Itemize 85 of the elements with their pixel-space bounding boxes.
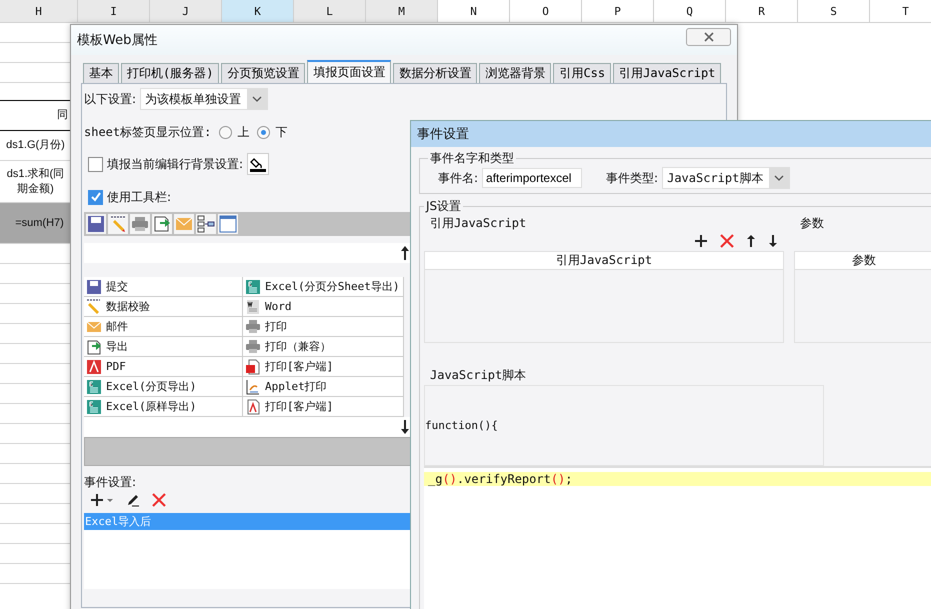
toolbar-button-option[interactable]: 邮件: [84, 317, 243, 337]
document-icon: [245, 298, 261, 314]
column-header: 参数: [795, 252, 931, 270]
document-icon: [245, 378, 261, 394]
pdf-icon: [86, 358, 102, 374]
section-title: 参数: [799, 215, 825, 231]
tab[interactable]: 数据分析设置: [393, 63, 478, 83]
printer-icon: [245, 318, 261, 334]
event-name-label: 事件名:: [438, 170, 478, 186]
column-header[interactable]: H: [0, 0, 78, 22]
toolbar-button-option[interactable]: 数据校验: [84, 297, 243, 317]
column-header[interactable]: J: [150, 0, 222, 22]
export-icon: [86, 338, 102, 354]
scope-dropdown[interactable]: 为该模板单独设置: [140, 88, 268, 110]
event-type-dropdown[interactable]: JavaScript脚本: [662, 167, 790, 189]
toolbar-button-option[interactable]: Excel(原样导出): [84, 397, 243, 417]
spreadsheet-icon: [86, 398, 102, 414]
events-label: 事件设置:: [84, 474, 136, 490]
printer-icon: [245, 338, 261, 354]
toolbar-button-option[interactable]: 打印（兼容）: [243, 337, 404, 357]
column-header: 引用JavaScript: [425, 252, 783, 270]
tab[interactable]: 浏览器背景: [479, 63, 552, 83]
toolbar-button-option[interactable]: Word: [243, 297, 404, 317]
checkbox-label: 填报当前编辑行背景设置:: [107, 156, 244, 172]
document-icon: [245, 358, 261, 374]
add-icon[interactable]: [90, 493, 114, 507]
pencil-icon[interactable]: [108, 214, 128, 234]
tab[interactable]: 填报页面设置: [307, 60, 392, 83]
event-name-field[interactable]: afterimportexcel: [482, 168, 582, 188]
document-icon: [245, 398, 261, 414]
column-header[interactable]: L: [294, 0, 366, 22]
down-arrow-icon[interactable]: [400, 419, 410, 435]
save-icon: [86, 278, 102, 294]
chevron-down-icon: [247, 89, 268, 109]
delete-icon[interactable]: [720, 234, 734, 248]
window-title: 事件设置: [417, 126, 469, 143]
delete-icon[interactable]: [152, 493, 166, 507]
window-title: 模板Web属性: [77, 32, 158, 49]
radio-button[interactable]: 下: [257, 124, 288, 140]
section-title: JavaScript脚本: [429, 367, 528, 383]
pencil-icon[interactable]: [126, 493, 140, 507]
toolbar-button-option[interactable]: 导出: [84, 337, 243, 357]
export-icon[interactable]: [152, 214, 172, 234]
checkbox[interactable]: [88, 156, 103, 172]
tab[interactable]: 打印机(服务器): [121, 63, 220, 83]
section-title: JS设置: [424, 198, 462, 215]
column-header[interactable]: K: [222, 0, 294, 22]
tab[interactable]: 分页预览设置: [221, 63, 306, 83]
toolbar-button-option[interactable]: 打印[客户端]: [243, 397, 404, 417]
down-arrow-icon[interactable]: [768, 234, 778, 248]
spreadsheet-icon: [86, 378, 102, 394]
chevron-down-icon: [769, 168, 790, 188]
radio-button[interactable]: 上: [219, 124, 250, 140]
tab[interactable]: 引用JavaScript: [613, 63, 722, 83]
window-icon[interactable]: [218, 214, 238, 234]
section-title: 事件名字和类型: [429, 150, 515, 167]
section-title: 引用JavaScript: [429, 215, 528, 231]
pencil-icon: [86, 298, 102, 314]
event-type-label: 事件类型:: [606, 170, 658, 186]
column-header[interactable]: I: [78, 0, 150, 22]
spreadsheet-icon: [245, 278, 261, 294]
up-arrow-icon[interactable]: [400, 245, 410, 261]
checkbox-label: 使用工具栏:: [107, 188, 172, 206]
toolbar-button-option[interactable]: Excel(分页导出): [84, 377, 243, 397]
tab[interactable]: 引用Css: [553, 63, 612, 83]
toolbar-button-option[interactable]: 打印[客户端]: [243, 357, 404, 377]
save-icon[interactable]: [86, 214, 106, 234]
add-icon[interactable]: [694, 234, 708, 248]
up-arrow-icon[interactable]: [746, 234, 756, 248]
scope-label: 以下设置:: [84, 90, 136, 108]
toolbar-button-option[interactable]: 提交: [84, 277, 243, 297]
tab[interactable]: 基本: [83, 63, 119, 83]
toolbar-button-option[interactable]: 打印: [243, 317, 404, 337]
tab-position-label: sheet标签页显示位置:: [84, 124, 212, 140]
code-editor[interactable]: _g().verifyReport();: [424, 466, 931, 609]
toolbar-button-option[interactable]: Excel(分页分Sheet导出): [243, 277, 404, 297]
layout-icon[interactable]: [196, 214, 216, 234]
paint-bucket-button[interactable]: [247, 153, 270, 175]
close-icon: [702, 32, 714, 42]
checkbox[interactable]: [88, 190, 103, 204]
toolbar-button-option[interactable]: PDF: [84, 357, 243, 377]
toolbar-button-option[interactable]: Applet打印: [243, 377, 404, 397]
column-header[interactable]: M: [366, 0, 438, 22]
close-button[interactable]: [686, 28, 731, 46]
code-text: function(){: [425, 419, 498, 432]
